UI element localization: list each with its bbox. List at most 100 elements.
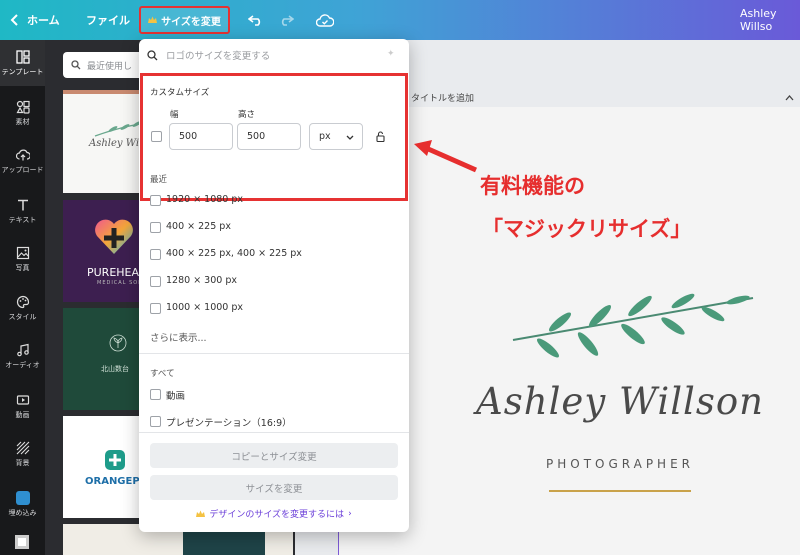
rail-item-uploads[interactable]: アップロード (0, 138, 45, 184)
crown-icon (148, 16, 158, 23)
annotation-line-1: 有料機能の (480, 174, 585, 198)
undo-button[interactable] (248, 0, 263, 40)
file-label: ファイル (86, 14, 130, 27)
orange-plus-logo-icon (105, 450, 125, 470)
cloud-upload-icon (15, 149, 30, 160)
size-option-checkbox[interactable] (150, 389, 161, 400)
rail-label: テキスト (8, 215, 37, 224)
resize-button[interactable]: サイズを変更 (139, 6, 230, 34)
qr-code-icon[interactable] (15, 535, 29, 549)
sprout-icon (109, 334, 127, 352)
resize-help-link[interactable]: デザインのサイズを変更するには › (139, 507, 409, 520)
resize-help-link-label: デザインのサイズを変更するには (209, 510, 345, 520)
height-input[interactable]: 500 (237, 123, 301, 150)
size-option-label[interactable]: 1920 × 1080 px (166, 194, 243, 205)
leaf-branch-illustration (512, 293, 754, 358)
cloud-check-icon (316, 13, 334, 27)
size-option-label[interactable]: 1000 × 1000 px (166, 302, 243, 313)
size-option-checkbox[interactable] (150, 276, 161, 287)
user-name-label: Ashley Willso (740, 7, 777, 33)
user-name[interactable]: Ashley Willso (740, 0, 800, 40)
resize-confirm-button[interactable]: サイズを変更 (150, 475, 398, 500)
rail-label: オーディオ (5, 360, 40, 369)
unit-select-value: px (319, 131, 331, 142)
resize-label: サイズを変更 (161, 16, 221, 28)
home-button[interactable]: ホーム (10, 0, 60, 40)
width-input[interactable]: 500 (169, 123, 233, 150)
rail-item-embed[interactable]: 埋め込み (0, 481, 45, 527)
rail-label: スタイル (8, 312, 37, 321)
resize-search-input[interactable]: ロゴのサイズを変更する ✦ (139, 39, 409, 71)
custom-size-highlight: カスタムサイズ 幅 高さ 500 500 px (140, 73, 408, 201)
rail-label: 動画 (15, 410, 30, 419)
elements-icon (15, 100, 30, 114)
search-icon (71, 60, 81, 70)
size-option-label[interactable]: 400 × 225 px, 400 × 225 px (166, 248, 302, 259)
music-note-icon (16, 343, 29, 356)
embed-icon (15, 490, 30, 505)
rail-label: 背景 (15, 458, 30, 467)
thumb-teal-block (183, 530, 265, 555)
annotation-arrow (414, 140, 478, 173)
size-option-checkbox[interactable] (150, 195, 161, 206)
cloud-save-button[interactable] (316, 0, 334, 40)
rail-item-elements[interactable]: 素材 (0, 90, 45, 136)
size-option-checkbox[interactable] (150, 416, 161, 427)
size-option-label[interactable]: 400 × 225 px (166, 221, 231, 232)
rail-label: 素材 (15, 117, 30, 126)
rail-label: アップロード (1, 165, 44, 174)
section-divider (139, 353, 409, 354)
size-option-label[interactable]: 1280 × 300 px (166, 275, 237, 286)
rail-label: テンプレート (1, 67, 44, 76)
redo-button[interactable] (279, 0, 294, 40)
rail-item-background[interactable]: 背景 (0, 431, 45, 477)
size-option-checkbox[interactable] (150, 222, 161, 233)
size-option-label[interactable]: 動画 (166, 388, 185, 402)
custom-size-checkbox[interactable] (151, 131, 162, 142)
chevron-up-icon[interactable] (785, 95, 794, 101)
resize-dropdown: ロゴのサイズを変更する ✦ カスタムサイズ 幅 高さ 500 500 px 最近… (139, 39, 409, 532)
palette-icon (16, 295, 29, 308)
panel-search-placeholder: 最近使用し (87, 61, 133, 72)
chevron-down-icon (346, 135, 354, 140)
chevron-left-icon (10, 14, 18, 26)
logo-subtitle[interactable]: PHOTOGRAPHER (470, 457, 770, 471)
rail-label: 写真 (15, 263, 30, 272)
logo-underline (549, 490, 691, 492)
unit-select[interactable]: px (309, 123, 363, 150)
all-section-label: すべて (150, 369, 175, 379)
rail-item-audio[interactable]: オーディオ (0, 333, 45, 379)
top-bar: ホーム ファイル サイズを変更 Ashley Willso (0, 0, 800, 40)
size-option-checkbox[interactable] (150, 249, 161, 260)
recent-section-label: 最近 (150, 175, 168, 185)
height-label: 高さ (238, 110, 256, 120)
size-option-label[interactable]: プレゼンテーション（16:9） (166, 415, 292, 429)
video-icon (16, 394, 29, 405)
rail-item-templates[interactable]: テンプレート (0, 40, 45, 86)
width-label: 幅 (170, 110, 179, 120)
chevron-right-icon: › (348, 508, 352, 519)
thumb-title: 北山数台 (101, 365, 129, 373)
heart-plus-icon (93, 216, 135, 258)
photo-icon (16, 246, 29, 259)
rail-item-text[interactable]: テキスト (0, 188, 45, 234)
custom-size-label: カスタムサイズ (150, 88, 210, 98)
rail-label: 埋め込み (8, 508, 37, 517)
show-more-link[interactable]: さらに表示... (150, 330, 207, 344)
logo-name[interactable]: Ashley Willson (470, 380, 770, 423)
file-menu-button[interactable]: ファイル (86, 0, 130, 40)
page-title-input[interactable]: タイトルを追加 (405, 88, 800, 108)
footer-divider (139, 432, 409, 433)
copy-and-resize-button[interactable]: コピーとサイズ変更 (150, 443, 398, 468)
size-option-checkbox[interactable] (150, 303, 161, 314)
rail-item-video[interactable]: 動画 (0, 383, 45, 429)
rail-item-styles[interactable]: スタイル (0, 285, 45, 331)
left-rail: テンプレート 素材 アップロード テキスト 写真 スタイル オーディオ 動画 背… (0, 40, 45, 555)
search-icon (147, 49, 158, 60)
rail-item-photos[interactable]: 写真 (0, 236, 45, 282)
sparkle-icon: ✦ (387, 49, 395, 59)
redo-icon (281, 15, 294, 26)
template-icon (15, 49, 30, 64)
lock-icon[interactable] (376, 131, 385, 142)
annotation-line-2: 「マジックリサイズ」 (482, 217, 692, 241)
